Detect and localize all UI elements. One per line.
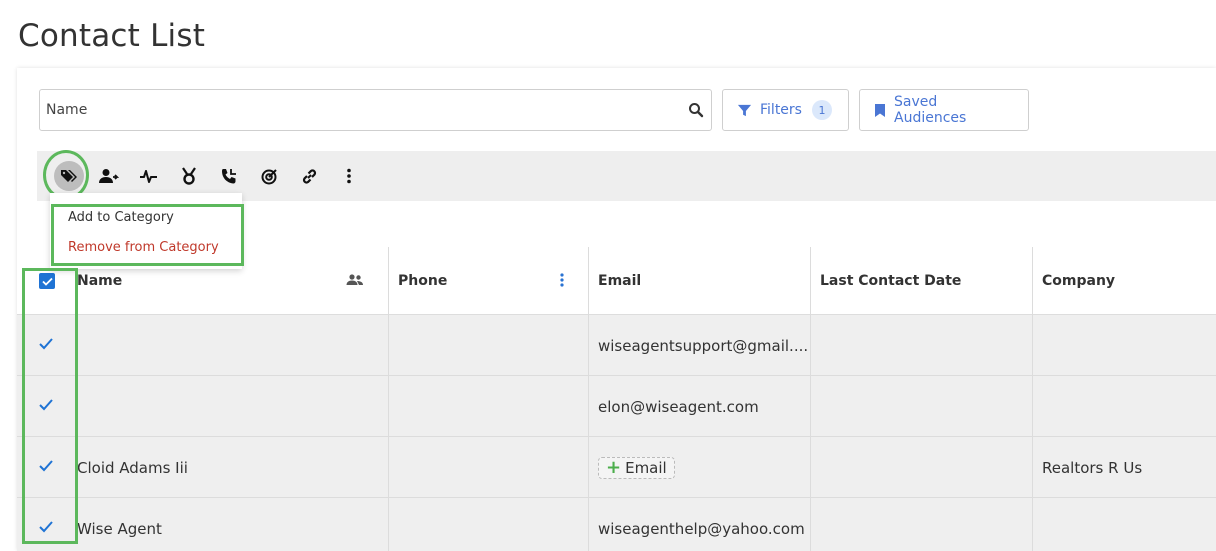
cell-email: + Email <box>588 437 675 498</box>
filters-count-badge: 1 <box>811 100 832 120</box>
table-row[interactable]: elon@wiseagent.com <box>17 376 1216 437</box>
cell-company: Realtors R Us <box>1042 458 1143 477</box>
cell-email[interactable]: elon@wiseagent.com <box>588 376 759 437</box>
table-row[interactable]: Wise Agent wiseagenthelp@yahoo.com <box>17 498 1216 551</box>
search-box <box>39 89 712 131</box>
cell-company <box>1032 498 1042 551</box>
contact-list-card: Filters 1 Saved Audiences <box>17 68 1216 551</box>
saved-audiences-label: Saved Audiences <box>894 94 967 126</box>
column-divider <box>810 247 811 551</box>
contact-list-page: Contact List Filters 1 Saved Audiences <box>0 0 1216 551</box>
group-icon[interactable] <box>346 274 364 290</box>
column-divider <box>1032 247 1033 551</box>
page-title: Contact List <box>18 18 206 54</box>
more-vertical-icon[interactable] <box>329 158 369 194</box>
column-divider <box>388 247 389 551</box>
filters-button[interactable]: Filters 1 <box>722 89 849 131</box>
contacts-table: Name Phone Email Last Contact Date Compa… <box>17 247 1216 551</box>
table-row[interactable]: Cloid Adams Iii + Email Realtors R Us <box>17 437 1216 498</box>
column-phone-label: Phone <box>398 273 448 289</box>
activity-icon[interactable] <box>129 158 169 194</box>
cell-name: Wise Agent <box>77 519 162 538</box>
column-menu-icon[interactable] <box>560 273 564 291</box>
cell-email[interactable]: wiseagentsupport@gmail.... <box>588 315 808 376</box>
checkbox-column-highlight-box <box>22 268 78 544</box>
filter-icon <box>737 103 752 118</box>
cell-name: Cloid Adams Iii <box>77 458 188 477</box>
medal-icon[interactable] <box>169 158 209 194</box>
bookmark-icon <box>874 103 886 118</box>
cell-email[interactable]: wiseagenthelp@yahoo.com <box>588 498 805 551</box>
link-icon[interactable] <box>289 158 329 194</box>
target-icon[interactable] <box>249 158 289 194</box>
add-email-button[interactable]: + Email <box>598 456 675 479</box>
column-header-email[interactable]: Email <box>588 247 810 315</box>
cell-company <box>1032 315 1042 376</box>
cell-company <box>1032 376 1042 437</box>
column-header-last-contact-date[interactable]: Last Contact Date <box>810 247 1032 315</box>
table-row[interactable]: wiseagentsupport@gmail.... <box>17 315 1216 376</box>
column-name-label: Name <box>77 273 123 289</box>
search-input[interactable] <box>40 102 681 118</box>
saved-audiences-button[interactable]: Saved Audiences <box>859 89 1029 131</box>
filters-label: Filters <box>760 102 802 118</box>
column-header-phone[interactable]: Phone <box>388 247 588 315</box>
phone-call-icon[interactable] <box>209 158 249 194</box>
plus-icon: + <box>606 456 622 478</box>
column-header-company[interactable]: Company <box>1032 247 1216 315</box>
user-transfer-icon[interactable] <box>89 158 129 194</box>
menu-highlight-box <box>51 204 244 266</box>
add-email-label: Email <box>625 458 667 477</box>
column-divider <box>588 247 589 551</box>
search-icon[interactable] <box>681 102 711 118</box>
